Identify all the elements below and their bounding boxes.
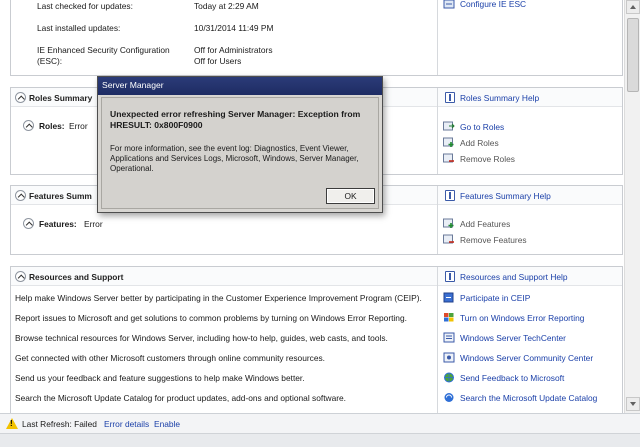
features-summary-title: Features Summ: [29, 191, 92, 201]
remove-roles-icon: [443, 153, 454, 163]
collapse-chevron-icon[interactable]: [15, 92, 26, 103]
warning-icon: [6, 418, 18, 429]
last-installed-value: 10/31/2014 11:49 PM: [194, 23, 274, 33]
resource-row-text: Send us your feedback and feature sugges…: [15, 373, 305, 383]
resource-row-text: Help make Windows Server better by parti…: [15, 293, 422, 303]
add-features-icon: [443, 218, 454, 228]
scroll-thumb[interactable]: [627, 18, 639, 92]
dialog-body: Unexpected error refreshing Server Manag…: [101, 97, 379, 209]
techcenter-link[interactable]: Windows Server TechCenter: [460, 333, 566, 343]
help-icon: [445, 92, 455, 103]
collapse-chevron-icon[interactable]: [15, 271, 26, 282]
last-checked-value: Today at 2:29 AM: [194, 1, 259, 11]
ie-esc-value-users: Off for Users: [194, 56, 242, 66]
collapse-chevron-icon[interactable]: [15, 190, 26, 201]
server-manager-error-dialog: Server Manager Unexpected error refreshi…: [97, 76, 383, 213]
add-roles-icon: [443, 137, 454, 147]
dialog-title: Server Manager: [102, 80, 164, 90]
remove-roles-link[interactable]: Remove Roles: [460, 154, 515, 164]
remove-features-link[interactable]: Remove Features: [460, 235, 527, 245]
dialog-info-message: For more information, see the event log:…: [110, 144, 359, 173]
resource-row-text: Get connected with other Microsoft custo…: [15, 353, 326, 363]
vertical-scrollbar[interactable]: [624, 0, 640, 413]
features-summary-help-link[interactable]: Features Summary Help: [460, 191, 551, 201]
go-to-roles-icon: [443, 121, 455, 131]
window-bottom-edge: [0, 433, 640, 447]
send-feedback-link[interactable]: Send Feedback to Microsoft: [460, 373, 564, 383]
help-icon: [445, 190, 455, 201]
resources-support-title: Resources and Support: [29, 272, 124, 282]
resource-row-text: Report issues to Microsoft and get solut…: [15, 313, 407, 323]
panel-divider: [437, 88, 438, 174]
add-features-link[interactable]: Add Features: [460, 219, 510, 229]
go-to-roles-link[interactable]: Go to Roles: [460, 122, 504, 132]
dialog-error-message: Unexpected error refreshing Server Manag…: [110, 109, 361, 130]
configure-ie-esc-link[interactable]: Configure IE ESC: [460, 0, 526, 9]
features-status: Error: [84, 219, 103, 229]
roles-summary-title: Roles Summary: [29, 93, 93, 103]
community-center-link[interactable]: Windows Server Community Center: [460, 353, 593, 363]
techcenter-icon: [443, 332, 455, 343]
scroll-down-arrow-icon[interactable]: [626, 397, 640, 411]
last-installed-label: Last installed updates:: [37, 23, 121, 33]
error-details-link[interactable]: Error details: [104, 419, 149, 429]
windows-update-panel: Last checked for updates: Today at 2:29 …: [10, 0, 623, 76]
scroll-up-arrow-icon[interactable]: [626, 0, 640, 14]
settings-icon: [443, 0, 455, 9]
dialog-title-bar[interactable]: Server Manager: [98, 77, 382, 95]
panel-divider: [437, 186, 438, 254]
remove-features-icon: [443, 234, 454, 244]
resource-row-text: Browse technical resources for Windows S…: [15, 333, 388, 343]
features-label: Features:: [39, 219, 77, 229]
ceip-icon: [443, 292, 454, 303]
ie-esc-label-line1: IE Enhanced Security Configuration: [37, 45, 170, 55]
last-refresh-status: Last Refresh: Failed: [22, 419, 97, 429]
enable-link[interactable]: Enable: [154, 419, 180, 429]
panel-divider: [437, 267, 438, 413]
participate-ceip-link[interactable]: Participate in CEIP: [460, 293, 530, 303]
add-roles-link[interactable]: Add Roles: [460, 138, 499, 148]
roles-label: Roles:: [39, 121, 65, 131]
status-bar: Last Refresh: Failed Error details Enabl…: [0, 413, 640, 433]
panel-divider: [437, 0, 438, 75]
windows-flag-icon: [444, 313, 454, 322]
community-icon: [443, 352, 455, 363]
resource-row-text: Search the Microsoft Update Catalog for …: [15, 393, 347, 403]
resources-support-panel: Resources and Support Resources and Supp…: [10, 266, 623, 414]
ie-esc-value-admins: Off for Administrators: [194, 45, 273, 55]
turn-on-error-reporting-link[interactable]: Turn on Windows Error Reporting: [460, 313, 584, 323]
update-catalog-link[interactable]: Search the Microsoft Update Catalog: [460, 393, 597, 403]
ok-button[interactable]: OK: [326, 188, 375, 204]
last-checked-label: Last checked for updates:: [37, 1, 133, 11]
collapse-chevron-icon[interactable]: [23, 120, 34, 131]
collapse-chevron-icon[interactable]: [23, 218, 34, 229]
globe-icon: [444, 372, 454, 383]
roles-summary-help-link[interactable]: Roles Summary Help: [460, 93, 539, 103]
update-catalog-icon: [444, 393, 454, 402]
resources-support-help-link[interactable]: Resources and Support Help: [460, 272, 568, 282]
help-icon: [445, 271, 455, 282]
roles-status: Error: [69, 121, 88, 131]
ie-esc-label-line2: (ESC):: [37, 56, 63, 66]
